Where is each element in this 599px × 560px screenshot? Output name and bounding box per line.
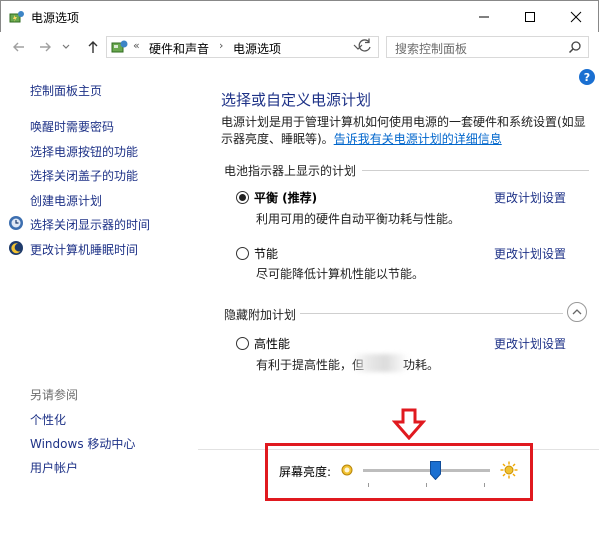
control-panel-icon bbox=[111, 40, 128, 53]
close-button[interactable] bbox=[553, 1, 599, 32]
minimize-button[interactable] bbox=[461, 1, 507, 32]
sidebar-item-sleep-time[interactable]: 更改计算机睡眠时间 bbox=[30, 241, 138, 258]
chevron-up-icon bbox=[572, 309, 582, 315]
plan-performance-settings-link[interactable]: 更改计划设置 bbox=[494, 335, 566, 352]
brightness-slider-thumb[interactable] bbox=[430, 461, 441, 480]
bright-sun-icon bbox=[500, 461, 518, 479]
window-title: 电源选项 bbox=[31, 11, 80, 25]
plan-saver-radio[interactable] bbox=[236, 247, 249, 260]
collapse-hidden-plans-button[interactable] bbox=[567, 302, 587, 322]
dim-sun-icon bbox=[341, 464, 353, 476]
sleep-moon-icon bbox=[9, 241, 23, 255]
page-title: 选择或自定义电源计划 bbox=[221, 91, 372, 109]
sidebar-item-wake-password[interactable]: 唤醒时需要密码 bbox=[30, 118, 114, 135]
plan-performance-radio[interactable] bbox=[236, 337, 249, 350]
plan-saver-desc: 尽可能降低计算机性能以节能。 bbox=[256, 267, 425, 281]
breadcrumb-overflow[interactable]: « bbox=[133, 39, 140, 52]
maximize-icon bbox=[525, 11, 535, 22]
sidebar-home[interactable]: 控制面板主页 bbox=[30, 82, 102, 99]
refresh-icon[interactable] bbox=[356, 37, 374, 55]
sidebar-item-lid-close[interactable]: 选择关闭盖子的功能 bbox=[30, 167, 138, 184]
plan-performance-desc-end: 功耗。 bbox=[403, 358, 440, 372]
display-off-icon bbox=[9, 216, 23, 230]
close-icon bbox=[570, 11, 582, 22]
sidebar-item-power-button[interactable]: 选择电源按钮的功能 bbox=[30, 143, 138, 160]
power-options-icon bbox=[9, 11, 24, 23]
search-input[interactable]: 搜索控制面板 bbox=[386, 36, 589, 58]
plan-performance-desc-start: 有利于提高性能，但 bbox=[256, 358, 365, 372]
minimize-icon bbox=[479, 16, 489, 17]
see-also-user-accounts[interactable]: 用户帐户 bbox=[30, 459, 78, 476]
power-plan-info-link[interactable]: 告诉我有关电源计划的详细信息 bbox=[334, 132, 502, 146]
back-arrow-icon bbox=[13, 42, 24, 52]
see-also-personalization[interactable]: 个性化 bbox=[30, 411, 66, 428]
breadcrumb-hardware-sound[interactable]: 硬件和声音 bbox=[149, 40, 209, 57]
plan-balanced-desc: 利用可用的硬件自动平衡功耗与性能。 bbox=[256, 212, 461, 226]
plan-saver-settings-link[interactable]: 更改计划设置 bbox=[494, 245, 566, 262]
sidebar-item-display-off[interactable]: 选择关闭显示器的时间 bbox=[30, 216, 150, 233]
see-also-mobility-center[interactable]: Windows 移动中心 bbox=[30, 435, 135, 452]
redacted-text-blur bbox=[352, 354, 408, 372]
up-button[interactable] bbox=[84, 38, 102, 56]
title-bar: 电源选项 bbox=[0, 0, 599, 32]
plan-balanced-settings-link[interactable]: 更改计划设置 bbox=[494, 189, 566, 206]
help-icon[interactable]: ? bbox=[579, 69, 595, 85]
address-field[interactable]: « 硬件和声音 › 电源选项 bbox=[106, 36, 379, 58]
recent-dropdown[interactable] bbox=[60, 38, 72, 56]
plan-balanced-name[interactable]: 平衡 (推荐) bbox=[254, 189, 317, 206]
breadcrumb-separator[interactable]: › bbox=[219, 39, 223, 52]
plan-performance-name[interactable]: 高性能 bbox=[254, 335, 290, 352]
hidden-plans-heading: 隐藏附加计划 bbox=[224, 308, 297, 322]
up-arrow-icon bbox=[88, 41, 98, 53]
plan-saver-name[interactable]: 节能 bbox=[254, 245, 278, 262]
plan-balanced-radio[interactable] bbox=[236, 191, 249, 204]
slider-tick bbox=[426, 483, 427, 487]
see-also-heading: 另请参阅 bbox=[30, 388, 79, 402]
battery-plans-heading: 电池指示器上显示的计划 bbox=[224, 164, 357, 178]
back-button[interactable] bbox=[10, 38, 28, 56]
slider-tick bbox=[368, 483, 369, 487]
red-down-arrow-icon bbox=[392, 408, 426, 440]
group-divider bbox=[362, 170, 589, 171]
forward-button[interactable] bbox=[36, 38, 54, 56]
search-placeholder: 搜索控制面板 bbox=[395, 42, 468, 56]
address-toolbar: « 硬件和声音 › 电源选项 搜索控制面板 bbox=[0, 32, 599, 62]
brightness-label: 屏幕亮度: bbox=[279, 465, 332, 479]
maximize-button[interactable] bbox=[507, 1, 553, 32]
sidebar-item-create-plan[interactable]: 创建电源计划 bbox=[30, 192, 102, 209]
slider-tick bbox=[484, 483, 485, 487]
breadcrumb-power-options[interactable]: 电源选项 bbox=[233, 40, 281, 57]
chevron-down-icon bbox=[62, 44, 70, 49]
page-description: 电源计划是用于管理计算机如何使用电源的一套硬件和系统设置(如显示器亮度、睡眠等)… bbox=[221, 114, 591, 148]
forward-arrow-icon bbox=[40, 42, 51, 52]
search-icon[interactable] bbox=[568, 40, 582, 54]
group-divider bbox=[300, 313, 563, 314]
brightness-slider[interactable] bbox=[363, 461, 490, 480]
